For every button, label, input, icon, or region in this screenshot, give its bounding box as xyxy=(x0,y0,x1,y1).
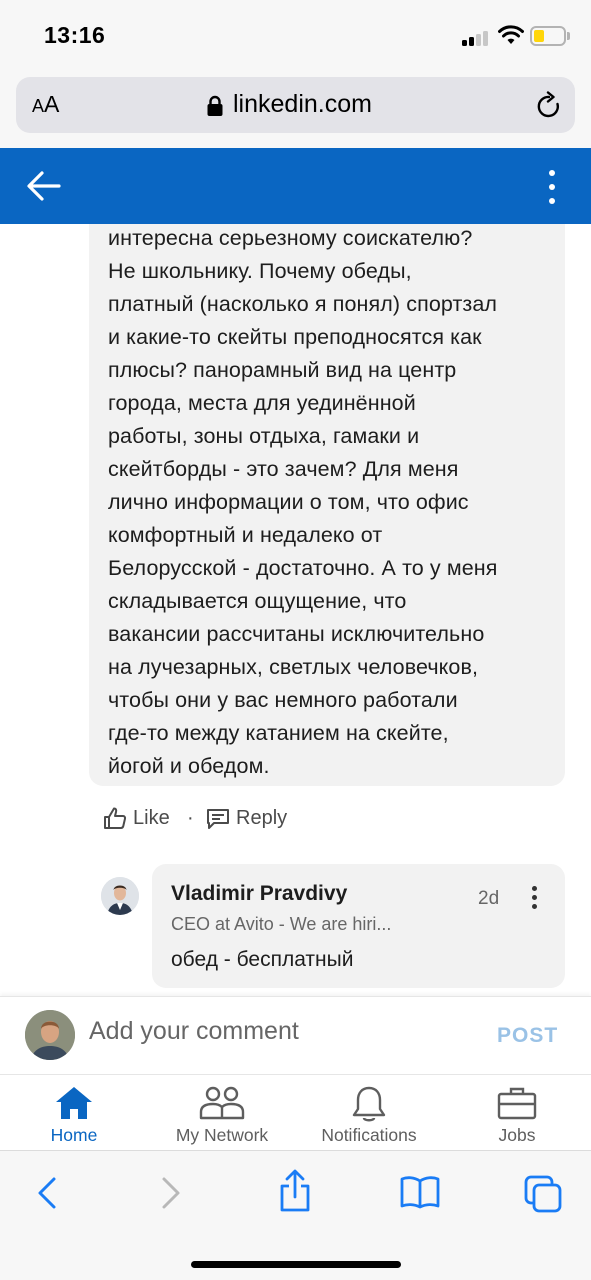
status-bar: 13:16 xyxy=(0,0,591,72)
reply-icon[interactable] xyxy=(206,808,230,830)
comment-text: интересна серьезному соискателю? Не школ… xyxy=(108,224,553,783)
tabs-icon[interactable] xyxy=(522,1173,564,1213)
back-icon[interactable] xyxy=(34,1175,60,1211)
comment-line: города, места для уединённой xyxy=(108,391,416,415)
user-avatar xyxy=(25,1010,75,1060)
reply-button[interactable]: Reply xyxy=(236,807,287,830)
comment-line: чтобы они у вас немного работали xyxy=(108,688,458,712)
nav-item-notifications[interactable]: Notifications xyxy=(309,1075,429,1151)
browser-address-area: AA linkedin.com xyxy=(0,72,591,148)
status-time: 13:16 xyxy=(44,22,106,48)
nav-label-notifications: Notifications xyxy=(321,1125,417,1145)
comments-content: интересна серьезному соискателю? Не школ… xyxy=(0,224,591,996)
comment-line: лично информации о том, что офис xyxy=(108,490,469,514)
comment-bubble: интересна серьезному соискателю? Не школ… xyxy=(89,224,565,786)
safari-toolbar xyxy=(0,1150,591,1280)
comment-line: скейтборды - это зачем? Для меня xyxy=(108,457,459,481)
comment-line: платный (насколько я понял) спортзал xyxy=(108,292,498,316)
back-arrow-icon[interactable] xyxy=(26,170,62,202)
comment-line: работы, зоны отдыха, гамаки и xyxy=(108,424,420,448)
nav-label-home: Home xyxy=(50,1125,98,1145)
nav-item-jobs[interactable]: Jobs xyxy=(477,1075,557,1151)
comment-input[interactable]: Add your comment xyxy=(89,1017,299,1046)
nav-label-my-network: My Network xyxy=(175,1125,269,1145)
nav-item-my-network[interactable]: My Network xyxy=(162,1075,282,1151)
url-bar[interactable]: AA linkedin.com xyxy=(16,77,575,133)
nav-label-jobs: Jobs xyxy=(498,1125,536,1145)
home-indicator xyxy=(191,1261,401,1268)
reply-timestamp: 2d xyxy=(478,888,500,909)
comment-composer: Add your comment POST xyxy=(0,996,591,1074)
lock-icon xyxy=(207,95,223,116)
comment-line: вакансии рассчитаны исключительно xyxy=(108,622,485,646)
briefcase-icon xyxy=(497,1087,537,1120)
more-vertical-icon[interactable] xyxy=(542,168,562,206)
comment-line: Не школьнику. Почему обеды, xyxy=(108,259,412,283)
wifi-icon xyxy=(498,25,524,44)
linkedin-bottom-nav: Home My Network Notifications Jobs xyxy=(0,1074,591,1150)
comment-line: и какие-то скейты преподносятся как xyxy=(108,325,482,349)
bell-icon xyxy=(352,1086,386,1122)
like-button[interactable]: Like xyxy=(133,807,170,830)
forward-icon[interactable] xyxy=(158,1175,184,1211)
reply-bubble: Vladimir Pravdivy 2d CEO at Avito - We a… xyxy=(152,864,565,988)
comment-line: интересна серьезному соискателю? xyxy=(108,226,473,250)
action-separator: · xyxy=(187,807,194,829)
comment-line: где-то между катанием на скейте, xyxy=(108,721,449,745)
battery-icon xyxy=(530,26,566,46)
comment-line: складывается ощущение, что xyxy=(108,589,407,613)
comment-line: на лучезарных, светлых человечков, xyxy=(108,655,479,679)
reply-more-icon[interactable] xyxy=(530,885,540,909)
linkedin-header xyxy=(0,148,591,224)
reply-author-avatar[interactable] xyxy=(101,877,139,915)
reply-text: обед - бесплатный xyxy=(171,948,354,971)
comment-line: плюсы? панорамный вид на центр xyxy=(108,358,457,382)
home-icon xyxy=(56,1087,92,1119)
signal-icon xyxy=(462,30,490,46)
reply-author-name[interactable]: Vladimir Pravdivy xyxy=(171,882,347,906)
reload-icon[interactable] xyxy=(535,91,563,121)
comment-line: йогой и обедом. xyxy=(108,754,270,778)
reply-author-headline: CEO at Avito - We are hiri... xyxy=(171,914,392,934)
url-text[interactable]: linkedin.com xyxy=(233,90,372,119)
comment-line: Белорусской - достаточно. А то у меня xyxy=(108,556,498,580)
bookmarks-icon[interactable] xyxy=(400,1175,440,1209)
post-button[interactable]: POST xyxy=(497,1024,558,1048)
network-icon xyxy=(199,1086,245,1120)
text-size-button[interactable]: AA xyxy=(32,91,59,118)
nav-item-home[interactable]: Home xyxy=(34,1075,114,1151)
share-icon[interactable] xyxy=(278,1169,312,1213)
like-icon[interactable] xyxy=(103,806,127,830)
comment-line: комфортный и недалеко от xyxy=(108,523,383,547)
